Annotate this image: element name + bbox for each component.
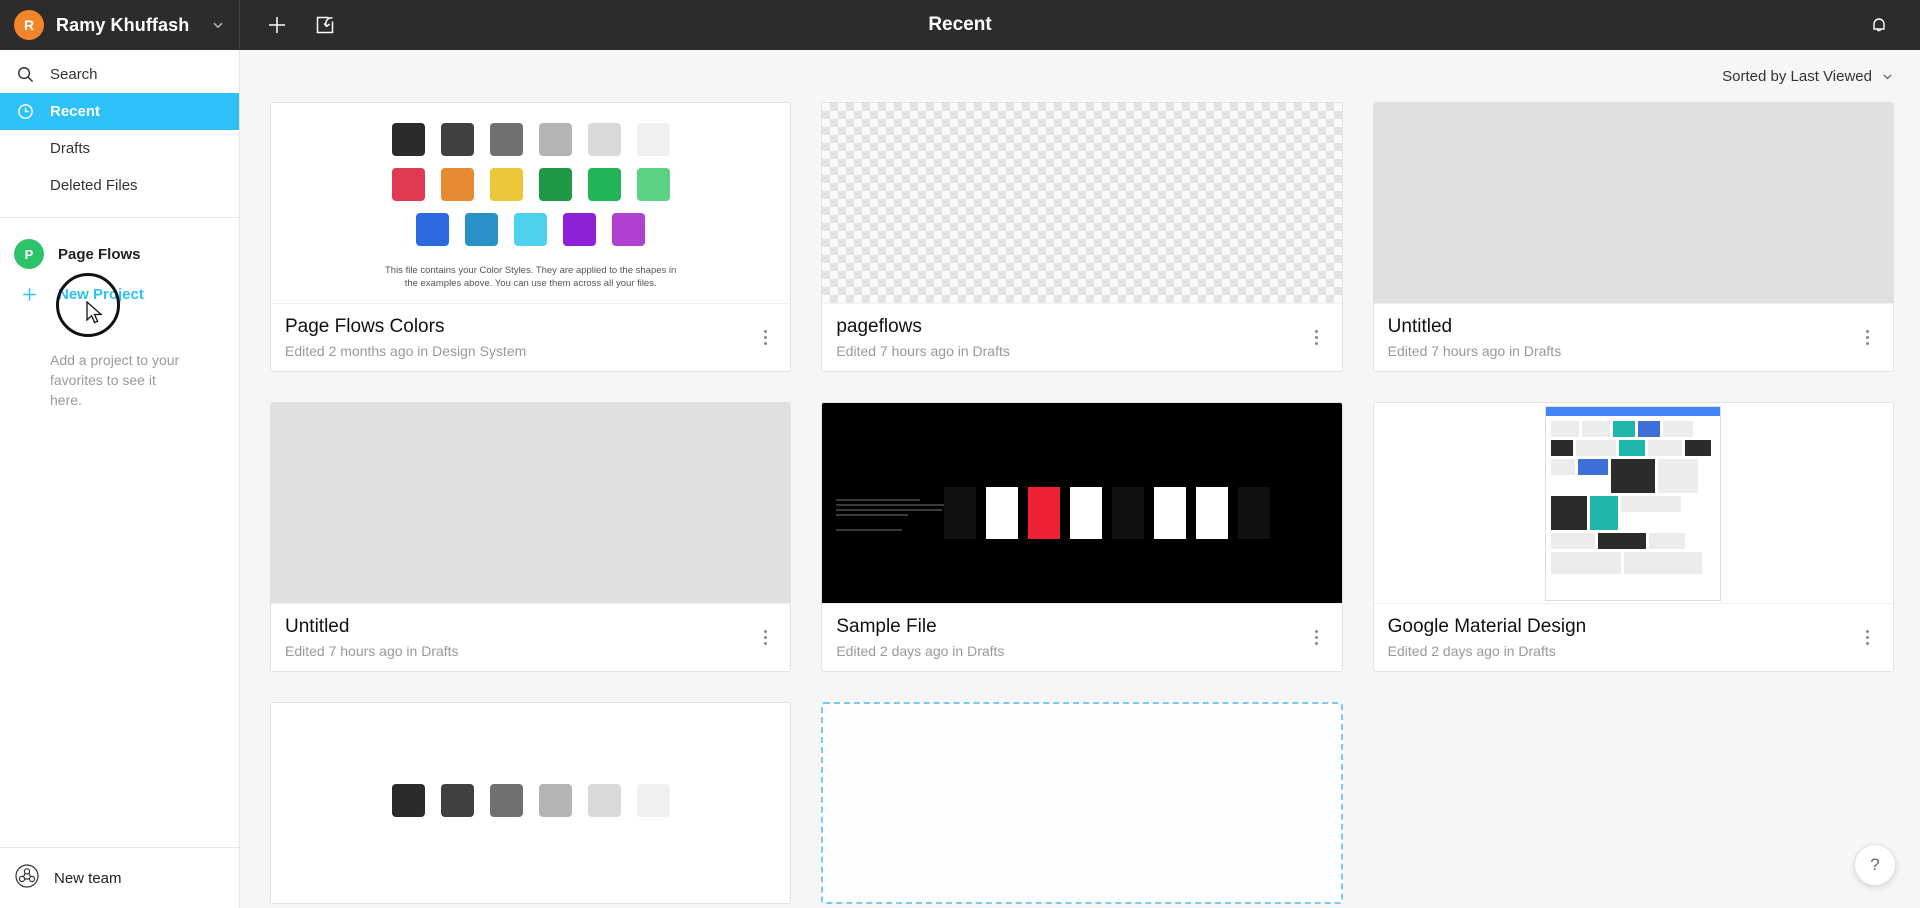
file-thumbnail: This file contains your Color Styles. Th…: [271, 103, 791, 303]
file-card-footer: Untitled Edited 7 hours ago in Drafts: [1373, 303, 1893, 371]
top-bar-actions: [240, 6, 344, 44]
sidebar-projects: P Page Flows New Project: [0, 218, 239, 312]
file-options-menu[interactable]: [1857, 324, 1879, 352]
file-thumbnail: [822, 403, 1342, 603]
palette-row: [391, 783, 670, 817]
file-card-footer: Untitled Edited 7 hours ago in Drafts: [271, 603, 791, 671]
grid-spacer: [1373, 702, 1894, 904]
palette-row: [391, 122, 670, 156]
file-title: Untitled: [1387, 316, 1453, 337]
import-file-button[interactable]: [306, 6, 344, 44]
file-card[interactable]: This file contains your Color Styles. Th…: [270, 102, 792, 372]
sidebar-item-label: Search: [50, 66, 98, 83]
top-bar-right: [1860, 6, 1920, 44]
sort-bar: Sorted by Last Viewed: [240, 50, 1920, 102]
file-options-menu[interactable]: [1306, 624, 1328, 652]
file-card[interactable]: Google Material Design Edited 2 days ago…: [1372, 402, 1894, 672]
project-label: Page Flows: [58, 245, 141, 263]
favorites-hint: Add a project to your favorites to see i…: [50, 352, 180, 408]
sort-dropdown[interactable]: Sorted by Last Viewed: [1722, 68, 1872, 85]
file-meta: Edited 2 months ago in Design System: [285, 343, 527, 359]
file-title: Untitled: [285, 616, 350, 637]
file-thumbnail: [822, 103, 1342, 303]
file-card-footer: pageflows Edited 7 hours ago in Drafts: [822, 303, 1342, 371]
blank-preview: [271, 403, 791, 603]
sidebar-item-label: Deleted Files: [50, 177, 138, 194]
files-grid: This file contains your Color Styles. Th…: [270, 102, 1894, 904]
bell-icon: [1873, 18, 1885, 32]
file-thumbnail: [271, 403, 791, 603]
team-icon: [14, 863, 40, 893]
file-meta: Edited 7 hours ago in Drafts: [285, 643, 459, 659]
file-card[interactable]: Sample File Edited 2 days ago in Drafts: [821, 402, 1343, 672]
palette-row: [416, 212, 646, 246]
sidebar-item-deleted-files[interactable]: Deleted Files: [0, 167, 239, 204]
file-meta: Edited 2 days ago in Drafts: [1387, 643, 1556, 659]
new-project-label: New Project: [58, 285, 144, 303]
file-meta: Edited 2 days ago in Drafts: [836, 643, 1005, 659]
plus-icon: [269, 17, 285, 33]
file-card[interactable]: Untitled Edited 7 hours ago in Drafts: [1372, 102, 1894, 372]
import-file-icon: [316, 16, 334, 34]
new-file-placeholder[interactable]: [821, 702, 1343, 904]
material-design-preview: [1373, 403, 1893, 603]
chevron-down-icon[interactable]: [1881, 70, 1894, 83]
sidebar-item-drafts[interactable]: Drafts: [0, 130, 239, 167]
sidebar: Search Recent Drafts Deleted Files P Pag…: [0, 50, 240, 908]
palette-row: [391, 167, 670, 201]
sidebar-item-label: Drafts: [50, 140, 91, 157]
sidebar-nav: Search Recent Drafts Deleted Files: [0, 50, 239, 214]
new-file-button[interactable]: [258, 6, 296, 44]
sidebar-item-recent[interactable]: Recent: [0, 93, 239, 130]
file-card[interactable]: pageflows Edited 7 hours ago in Drafts: [821, 102, 1343, 372]
new-team-button[interactable]: New team: [0, 848, 239, 908]
sidebar-bottom: New team: [0, 847, 239, 908]
file-title: Sample File: [836, 616, 937, 637]
file-card-footer: Google Material Design Edited 2 days ago…: [1373, 603, 1893, 671]
sidebar-project-page-flows[interactable]: P Page Flows: [0, 232, 239, 276]
file-thumbnail: [271, 703, 791, 903]
file-card[interactable]: [270, 702, 792, 904]
file-options-menu[interactable]: [754, 324, 776, 352]
file-options-menu[interactable]: [1857, 624, 1879, 652]
preview-screens: [834, 487, 1271, 539]
clock-icon: [14, 102, 36, 121]
file-card[interactable]: Untitled Edited 7 hours ago in Drafts: [270, 402, 792, 672]
file-thumbnail: [1373, 403, 1893, 603]
file-thumbnail: [1373, 103, 1893, 303]
account-name: Ramy Khuffash: [56, 14, 190, 35]
files-grid-scroll[interactable]: This file contains your Color Styles. Th…: [240, 102, 1920, 908]
file-title: Page Flows Colors: [285, 316, 445, 337]
color-palette-preview: This file contains your Color Styles. Th…: [271, 103, 790, 303]
color-palette-preview: [271, 703, 790, 903]
file-title: pageflows: [836, 316, 922, 337]
new-project-button[interactable]: New Project: [0, 276, 239, 312]
plus-icon: [14, 285, 44, 304]
file-meta: Edited 7 hours ago in Drafts: [836, 343, 1010, 359]
figma-files-app: R Ramy Khuffash Recent Search Recent Dra…: [0, 0, 1920, 908]
app-body: Search Recent Drafts Deleted Files P Pag…: [0, 50, 1920, 908]
new-team-label: New team: [54, 869, 122, 887]
notifications-button[interactable]: [1860, 6, 1898, 44]
file-meta: Edited 7 hours ago in Drafts: [1387, 343, 1562, 359]
file-card-footer: Sample File Edited 2 days ago in Drafts: [822, 603, 1342, 671]
file-options-menu[interactable]: [754, 624, 776, 652]
sidebar-item-search[interactable]: Search: [0, 56, 239, 93]
blank-preview: [1373, 103, 1893, 303]
palette-caption: This file contains your Color Styles. Th…: [384, 264, 677, 289]
sample-file-preview: [822, 403, 1342, 603]
file-title: Google Material Design: [1387, 616, 1587, 637]
help-button[interactable]: ?: [1854, 844, 1896, 886]
sidebar-item-label: Recent: [50, 103, 101, 120]
project-badge: P: [14, 239, 44, 269]
top-bar: R Ramy Khuffash Recent: [0, 0, 1920, 50]
avatar: R: [14, 10, 44, 40]
file-card-footer: Page Flows Colors Edited 2 months ago in…: [271, 303, 791, 371]
chevron-down-icon: [213, 22, 223, 29]
main-content: Sorted by Last Viewed This file contains…: [240, 50, 1920, 908]
transparent-checker-preview: [822, 103, 1342, 303]
search-icon: [14, 65, 36, 84]
file-options-menu[interactable]: [1306, 324, 1328, 352]
account-switcher[interactable]: R Ramy Khuffash: [0, 0, 240, 50]
